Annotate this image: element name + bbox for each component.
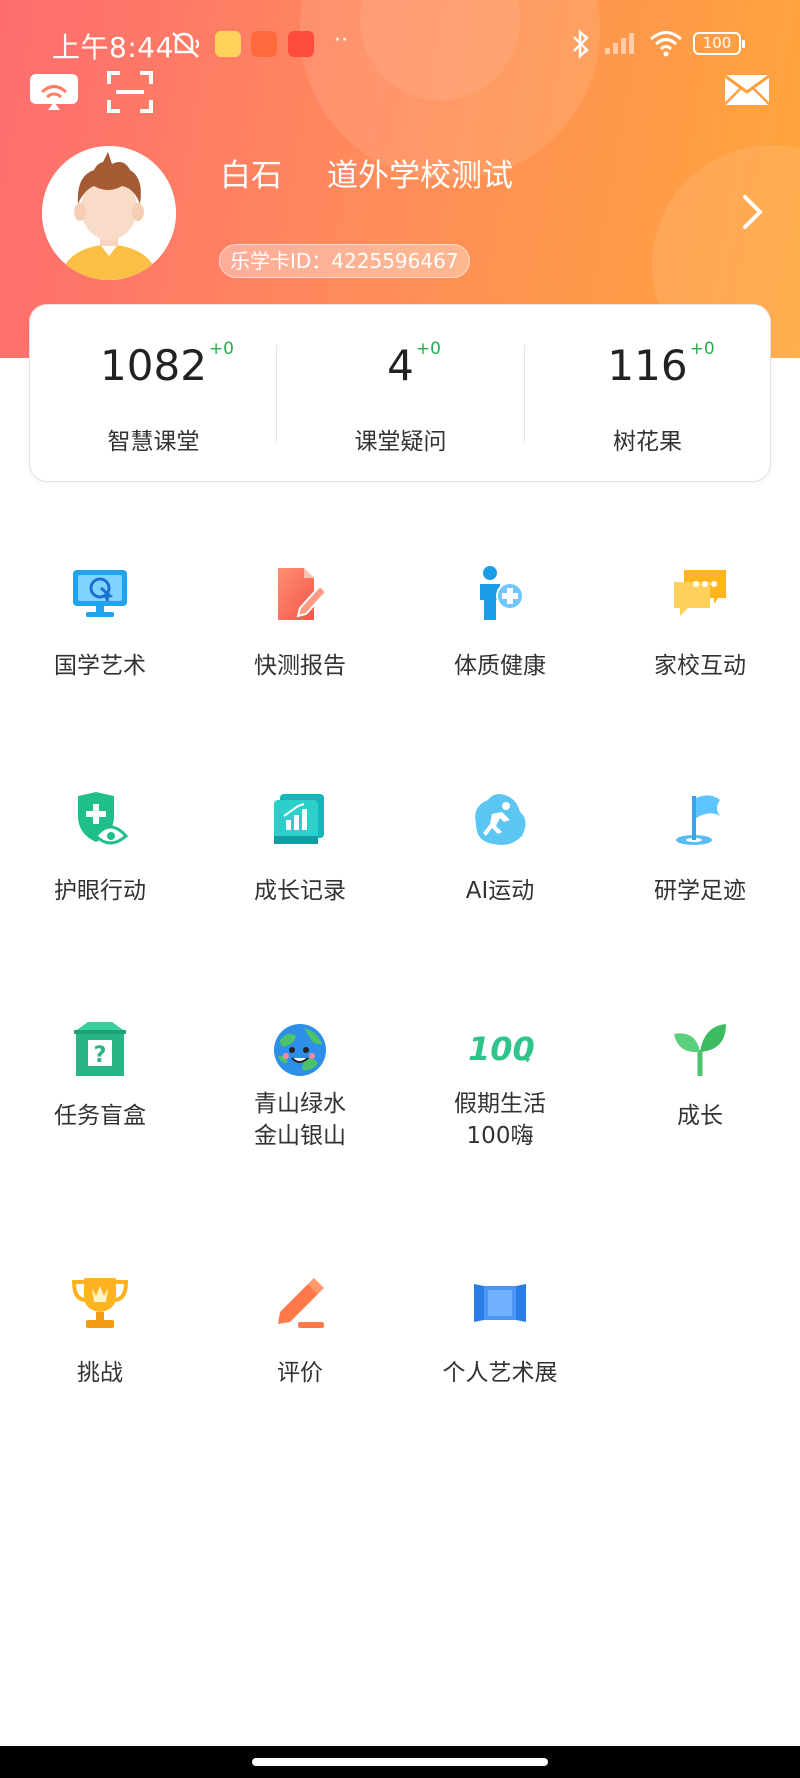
stat-class-questions[interactable]: 4 +0 课堂疑问	[277, 305, 524, 483]
app-notification-icon	[251, 31, 277, 57]
feature-label: 个人艺术展	[442, 1360, 558, 1386]
feature-label: AI运动	[465, 878, 535, 904]
mystery-box-icon: ?	[70, 1020, 130, 1080]
stat-smart-classroom[interactable]: 1082 +0 智慧课堂	[30, 305, 277, 483]
pencil-icon	[270, 1272, 330, 1332]
monitor-icon	[70, 564, 130, 624]
feature-label: 护眼行动	[54, 878, 146, 904]
status-bar: 上午8:44 ·· 100	[0, 22, 800, 68]
scan-icon[interactable]	[106, 70, 154, 118]
feature-label: 青山绿水 金山银山	[254, 1091, 346, 1149]
feature-label: 评价	[277, 1360, 323, 1386]
stat-delta: +0	[208, 339, 234, 359]
school-name: 道外学校测试	[327, 158, 513, 194]
stat-label: 智慧课堂	[107, 429, 200, 455]
hundred-icon: 100 4	[468, 1020, 535, 1080]
bluetooth-icon	[570, 28, 592, 64]
stat-value: 1082 +0	[100, 339, 234, 390]
flag-icon	[670, 790, 730, 850]
stat-label: 树花果	[613, 429, 682, 455]
mute-icon	[170, 30, 204, 64]
cast-screen-icon[interactable]	[28, 72, 80, 116]
svg-text:?: ?	[94, 1043, 107, 1068]
feature-label: 研学足迹	[654, 878, 746, 904]
sprout-icon	[670, 1020, 730, 1080]
chevron-right-icon[interactable]	[740, 192, 766, 236]
wifi-icon	[648, 28, 684, 62]
status-time: 上午8:44	[52, 31, 174, 64]
stat-value: 4 +0	[387, 339, 441, 390]
trophy-icon	[70, 1272, 130, 1332]
system-navigation-bar	[0, 1746, 800, 1778]
app-notification-icon	[215, 31, 241, 57]
feature-label: 假期生活 100嗨	[454, 1091, 546, 1149]
stat-label: 课堂疑问	[354, 429, 447, 455]
stat-tree-flower-fruit[interactable]: 116 +0 树花果	[524, 305, 771, 483]
svg-text:4: 4	[522, 1051, 530, 1065]
avatar[interactable]	[42, 146, 176, 280]
feature-label: 成长	[677, 1103, 723, 1129]
earth-icon	[270, 1020, 330, 1080]
user-name: 白石	[220, 158, 282, 194]
stat-delta: +0	[689, 339, 715, 359]
signal-icon	[603, 30, 639, 60]
feature-label: 家校互动	[654, 653, 746, 679]
app-notification-icon	[288, 31, 314, 57]
gallery-icon	[470, 1272, 530, 1332]
card-id-badge: 乐学卡ID：4225596467	[219, 244, 470, 278]
feature-label: 国学艺术	[54, 653, 146, 679]
feature-label: 成长记录	[254, 878, 346, 904]
report-icon	[270, 564, 330, 624]
battery-icon: 100	[693, 32, 745, 55]
mail-icon[interactable]	[724, 72, 770, 112]
stat-delta: +0	[415, 339, 441, 359]
chat-icon	[670, 564, 730, 624]
growth-record-icon	[270, 790, 330, 850]
eye-shield-icon	[70, 790, 130, 850]
feature-label: 任务盲盒	[54, 1103, 146, 1129]
more-notifications-icon: ··	[334, 28, 348, 53]
stat-value: 116 +0	[607, 339, 715, 390]
home-indicator[interactable]	[252, 1758, 548, 1766]
feature-label: 体质健康	[454, 653, 546, 679]
feature-label: 快测报告	[254, 653, 346, 679]
ai-sport-icon	[470, 790, 530, 850]
health-icon	[470, 564, 530, 624]
feature-label: 挑战	[77, 1360, 123, 1386]
stats-card: 1082 +0 智慧课堂 4 +0 课堂疑问 116 +0 树花果	[29, 304, 771, 482]
